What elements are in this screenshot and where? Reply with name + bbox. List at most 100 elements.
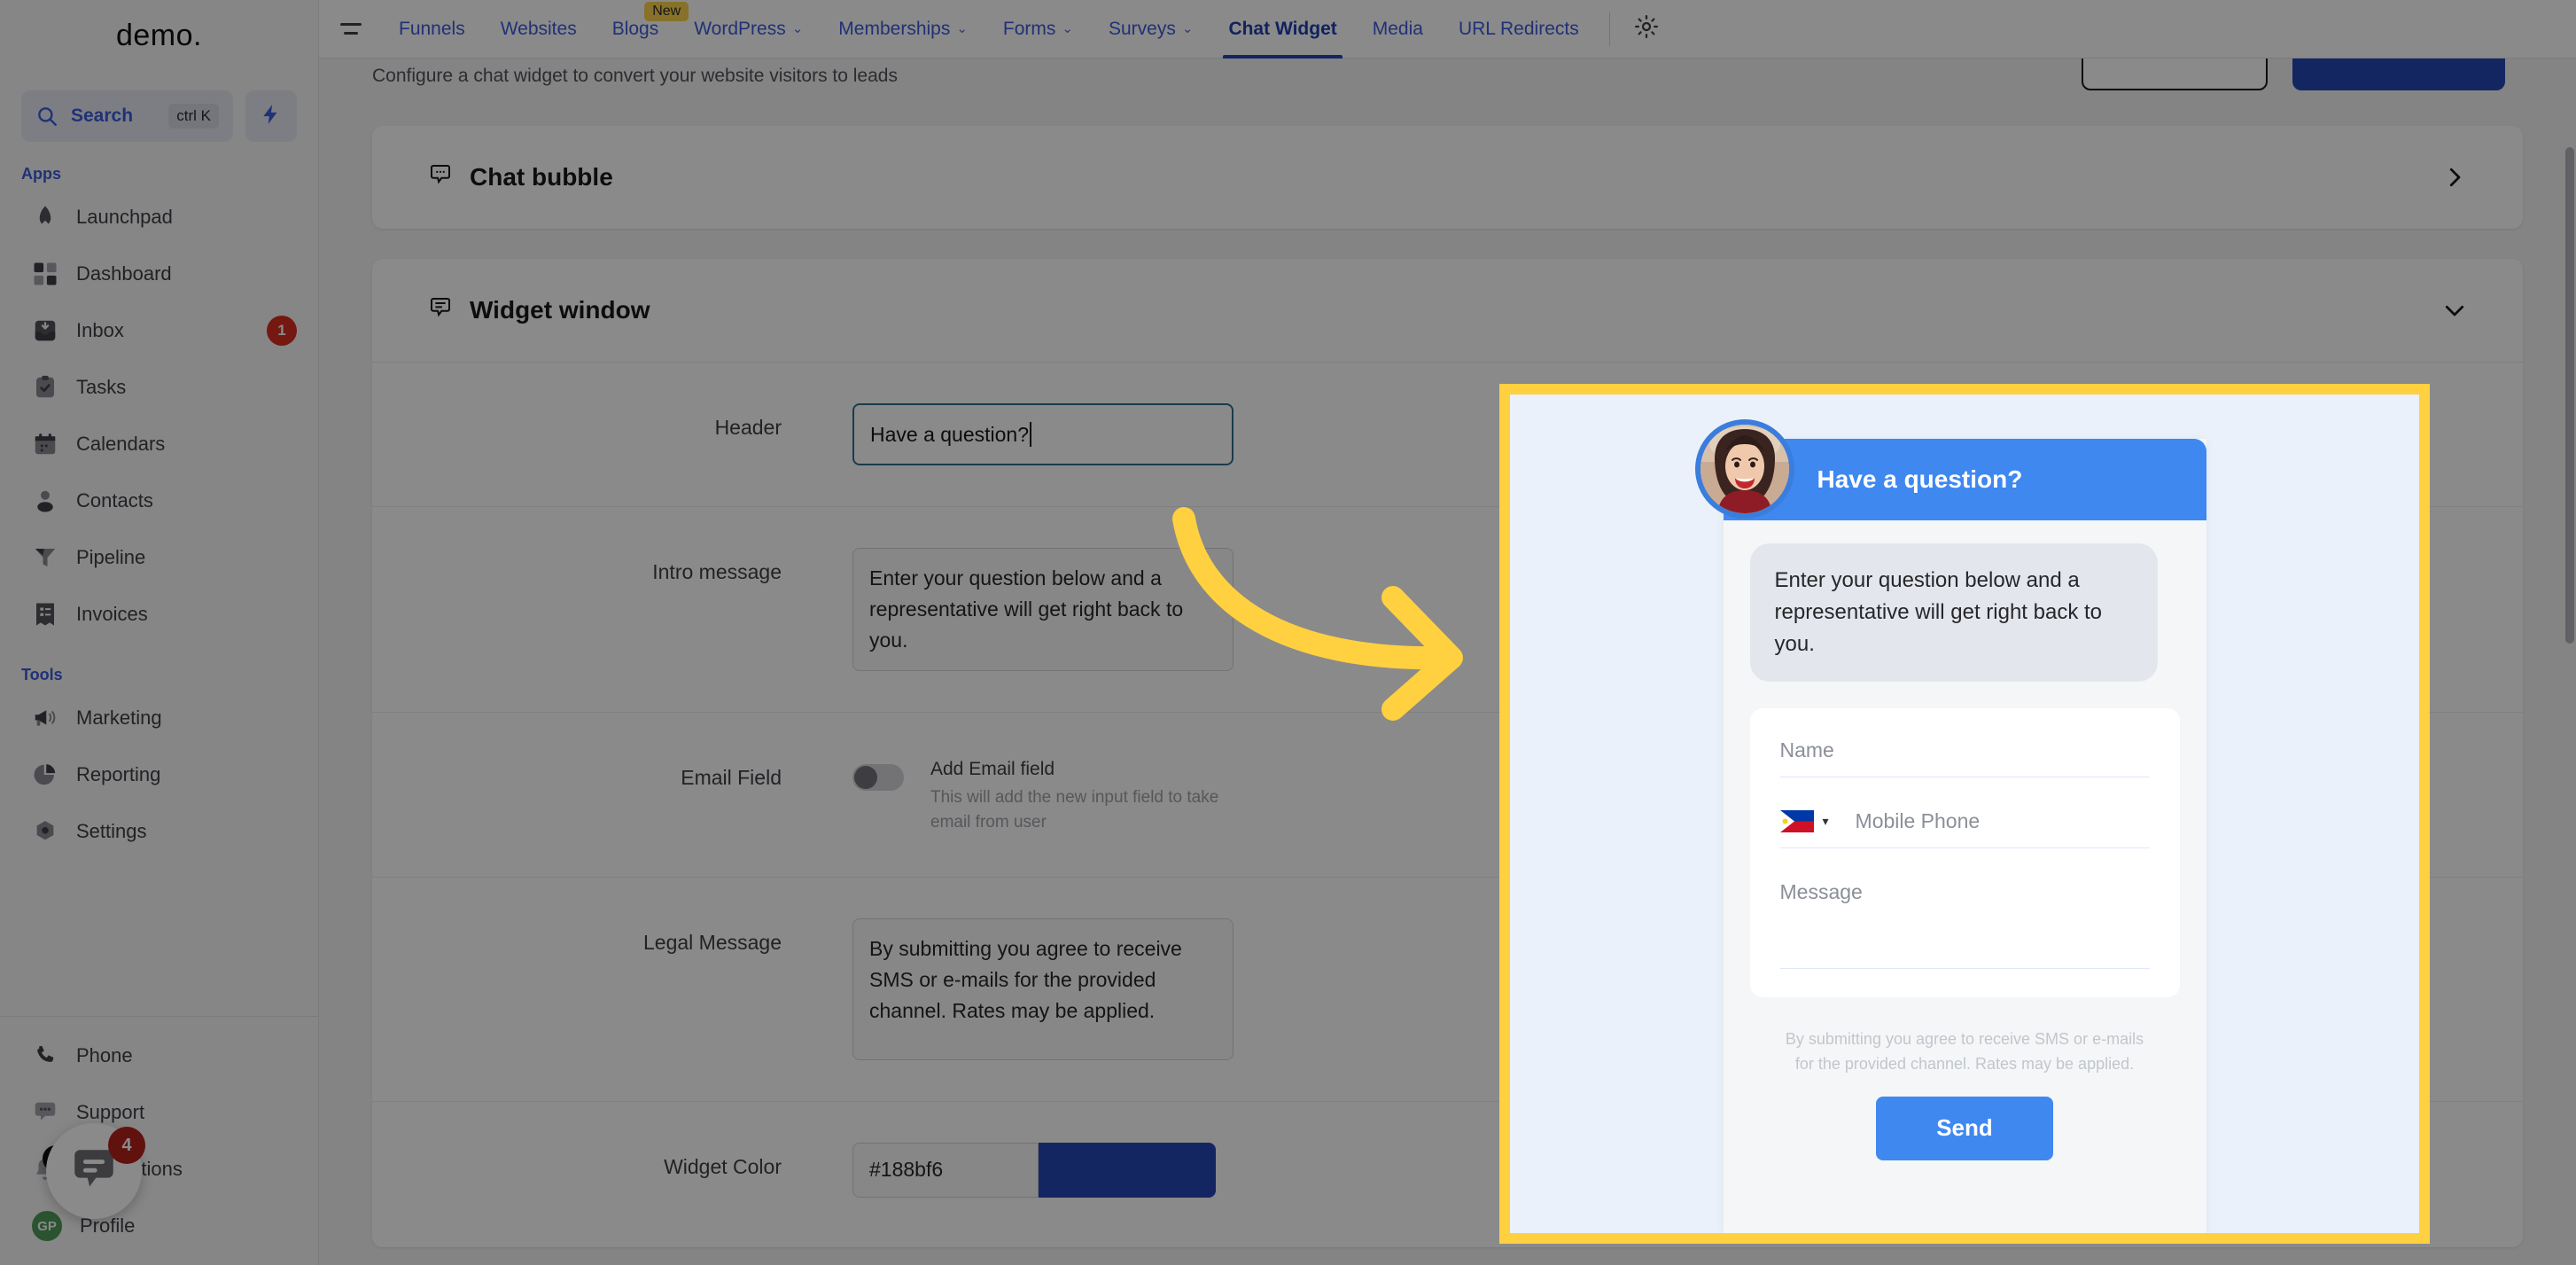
sidebar-item-invoices[interactable]: Invoices [0, 586, 318, 643]
sidebar-collapse-toggle[interactable] [331, 23, 370, 35]
sidebar-item-label: Inbox [76, 319, 124, 341]
tab-wordpress[interactable]: WordPress ⌄ [676, 0, 821, 59]
lightning-bolt-icon [260, 103, 283, 130]
section-title: Widget window [470, 296, 650, 324]
sidebar-item-contacts[interactable]: Contacts [0, 472, 318, 529]
preview-intro-bubble: Enter your question below and a represen… [1749, 543, 2158, 682]
toggle-knob [854, 765, 877, 789]
content-scrollbar[interactable] [2565, 121, 2574, 1265]
chevron-down-icon: ⌄ [1181, 21, 1194, 36]
widget-preview-panel: Have a question? Enter your question bel… [1499, 384, 2430, 1244]
tab-label: Forms [1002, 18, 1056, 39]
tab-forms[interactable]: Forms ⌄ [985, 0, 1091, 59]
section-header[interactable]: Chat bubble [372, 126, 2523, 229]
chevron-down-icon[interactable] [2441, 297, 2468, 324]
tab-memberships[interactable]: Memberships ⌄ [821, 0, 985, 59]
sidebar-bottom-section: Phone Support 4 Notifications GP Profile [0, 1016, 318, 1265]
secondary-action-button[interactable] [2082, 59, 2268, 90]
tab-funnels[interactable]: Funnels [381, 0, 483, 59]
sidebar-item-settings[interactable]: Settings [0, 803, 318, 860]
section-title: Chat bubble [470, 163, 613, 191]
tab-label: Funnels [399, 18, 465, 39]
search-label: Search [71, 105, 134, 126]
site-settings-button[interactable] [1623, 13, 1670, 44]
field-label: Widget Color [664, 1154, 782, 1178]
tab-label: Websites [500, 18, 577, 39]
section-header[interactable]: Widget window [372, 259, 2523, 362]
tab-label: Blogs [611, 18, 659, 39]
chat-widget-launcher-button[interactable]: 4 [46, 1123, 145, 1219]
search-input[interactable]: Search ctrl K [21, 90, 233, 142]
inbox-icon [32, 317, 58, 344]
chevron-down-icon: ⌄ [956, 21, 968, 36]
pie-chart-icon [32, 761, 58, 788]
sidebar-item-label: Contacts [76, 489, 153, 511]
tab-label: Chat Widget [1228, 18, 1337, 39]
sidebar-item-profile[interactable]: GP Profile [0, 1198, 318, 1254]
preview-header-title: Have a question? [1817, 465, 2023, 493]
widget-color-swatch[interactable] [1039, 1142, 1216, 1198]
tab-blogs[interactable]: Blogs New [595, 0, 689, 59]
legal-message-textarea[interactable]: By submitting you agree to receive SMS o… [852, 918, 1234, 1060]
section-chat-bubble[interactable]: Chat bubble [372, 126, 2523, 229]
brand-name: demo [115, 18, 194, 52]
gear-icon [1633, 13, 1660, 44]
sidebar-item-dashboard[interactable]: Dashboard [0, 246, 318, 302]
sidebar-item-launchpad[interactable]: Launchpad [0, 189, 318, 246]
gear-icon [32, 818, 58, 845]
preview-send-button[interactable]: Send [1876, 1096, 2053, 1160]
invoices-icon [32, 601, 58, 628]
sidebar-item-calendars[interactable]: Calendars [0, 416, 318, 472]
calendar-icon [32, 431, 58, 457]
preview-name-placeholder: Name [1779, 738, 1834, 761]
tab-url-redirects[interactable]: URL Redirects [1441, 0, 1597, 59]
header-input[interactable]: Have a question? [852, 403, 1234, 465]
megaphone-icon [32, 705, 58, 731]
sidebar-item-reporting[interactable]: Reporting [0, 746, 318, 803]
chevron-down-icon: ⌄ [791, 21, 804, 36]
add-email-field-toggle[interactable] [852, 763, 904, 791]
chevron-right-icon[interactable] [2441, 164, 2468, 191]
field-label: Email Field [681, 765, 782, 789]
primary-action-button[interactable] [2292, 59, 2505, 90]
top-navigation-bar: Funnels Websites Blogs New WordPress ⌄ M… [319, 0, 2576, 59]
inbox-badge: 1 [267, 316, 297, 346]
section-title-wrap: Chat bubble [427, 161, 2441, 194]
sidebar-item-label: Invoices [76, 603, 148, 625]
pipeline-icon [32, 544, 58, 571]
sidebar-item-phone[interactable]: Phone [0, 1027, 318, 1084]
chevron-down-icon[interactable]: ▾ [1823, 814, 1829, 829]
color-picker-group: #188bf6 [852, 1142, 1216, 1198]
preview-phone-field[interactable]: ▾ Mobile Phone [1779, 809, 2150, 848]
tab-media[interactable]: Media [1355, 0, 1441, 59]
tab-chat-widget[interactable]: Chat Widget [1210, 0, 1354, 59]
tab-label: Memberships [838, 18, 951, 39]
field-label: Header [714, 416, 782, 439]
preview-message-field[interactable]: Message [1779, 880, 2150, 969]
sidebar-item-support[interactable]: Support [0, 1084, 318, 1141]
widget-color-input[interactable]: #188bf6 [852, 1142, 1039, 1198]
preview-legal-text: By submitting you agree to receive SMS o… [1785, 1030, 2144, 1073]
text-cursor [1030, 422, 1032, 447]
avatar: GP [32, 1211, 62, 1241]
sidebar-item-tasks[interactable]: Tasks [0, 359, 318, 416]
sidebar-item-inbox[interactable]: Inbox 1 [0, 302, 318, 359]
support-chat-icon [32, 1099, 58, 1126]
sidebar-item-marketing[interactable]: Marketing [0, 690, 318, 746]
sidebar-item-label: Phone [76, 1044, 133, 1066]
sidebar-item-pipeline[interactable]: Pipeline [0, 529, 318, 586]
quick-actions-button[interactable] [245, 90, 297, 142]
tab-websites[interactable]: Websites [483, 0, 595, 59]
scrollbar-thumb[interactable] [2565, 147, 2574, 644]
preview-name-field[interactable]: Name [1779, 738, 2150, 777]
sidebar-item-label: Pipeline [76, 546, 146, 568]
brand-logo[interactable]: demo. [0, 0, 318, 71]
tab-label: WordPress [694, 18, 786, 39]
tasks-icon [32, 374, 58, 401]
phone-icon [32, 1042, 58, 1069]
tab-surveys[interactable]: Surveys ⌄ [1091, 0, 1210, 59]
toggle-title: Add Email field [930, 758, 1055, 779]
intro-message-textarea[interactable]: Enter your question below and a represen… [852, 548, 1234, 671]
sidebar-item-label: Profile [80, 1214, 136, 1237]
sidebar-item-label: Calendars [76, 433, 166, 455]
